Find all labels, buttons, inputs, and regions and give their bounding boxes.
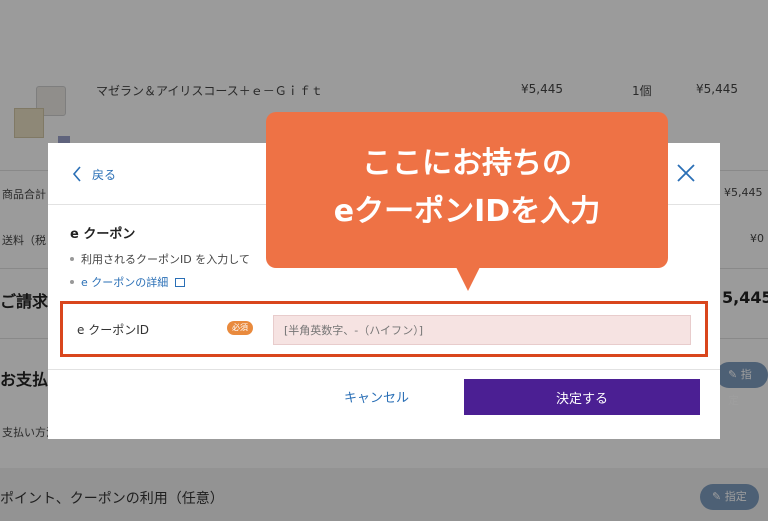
back-label: 戻る [92, 167, 117, 182]
chevron-left-icon [72, 166, 81, 182]
coupon-id-input[interactable] [273, 315, 691, 345]
close-icon [677, 164, 695, 182]
bullet-icon [70, 257, 74, 261]
callout-annotation: ここにお持ちの eクーポンIDを入力 [266, 112, 668, 268]
callout-line-1: ここにお持ちの [362, 146, 572, 181]
close-button[interactable] [674, 161, 698, 185]
callout-line-2: eクーポンIDを入力 [333, 194, 601, 229]
cancel-button[interactable]: キャンセル [344, 387, 409, 406]
coupon-field-highlight: e クーポンID 必須 [60, 301, 708, 357]
coupon-detail-link[interactable]: e クーポンの詳細 [70, 274, 186, 290]
coupon-id-label: e クーポンID [77, 323, 149, 337]
detail-link-text: e クーポンの詳細 [81, 276, 169, 289]
coupon-instruction: 利用されるクーポンID を入力して [70, 251, 250, 267]
external-window-icon [175, 277, 186, 287]
footer-divider [48, 369, 720, 370]
callout-pointer [456, 267, 480, 291]
bullet-icon [70, 280, 74, 284]
instruction-text: 利用されるクーポンID を入力して [81, 253, 250, 266]
back-button[interactable]: 戻る [72, 163, 116, 185]
section-title: e クーポン [70, 227, 136, 242]
confirm-button[interactable]: 決定する [464, 379, 700, 415]
required-badge: 必須 [227, 321, 253, 335]
